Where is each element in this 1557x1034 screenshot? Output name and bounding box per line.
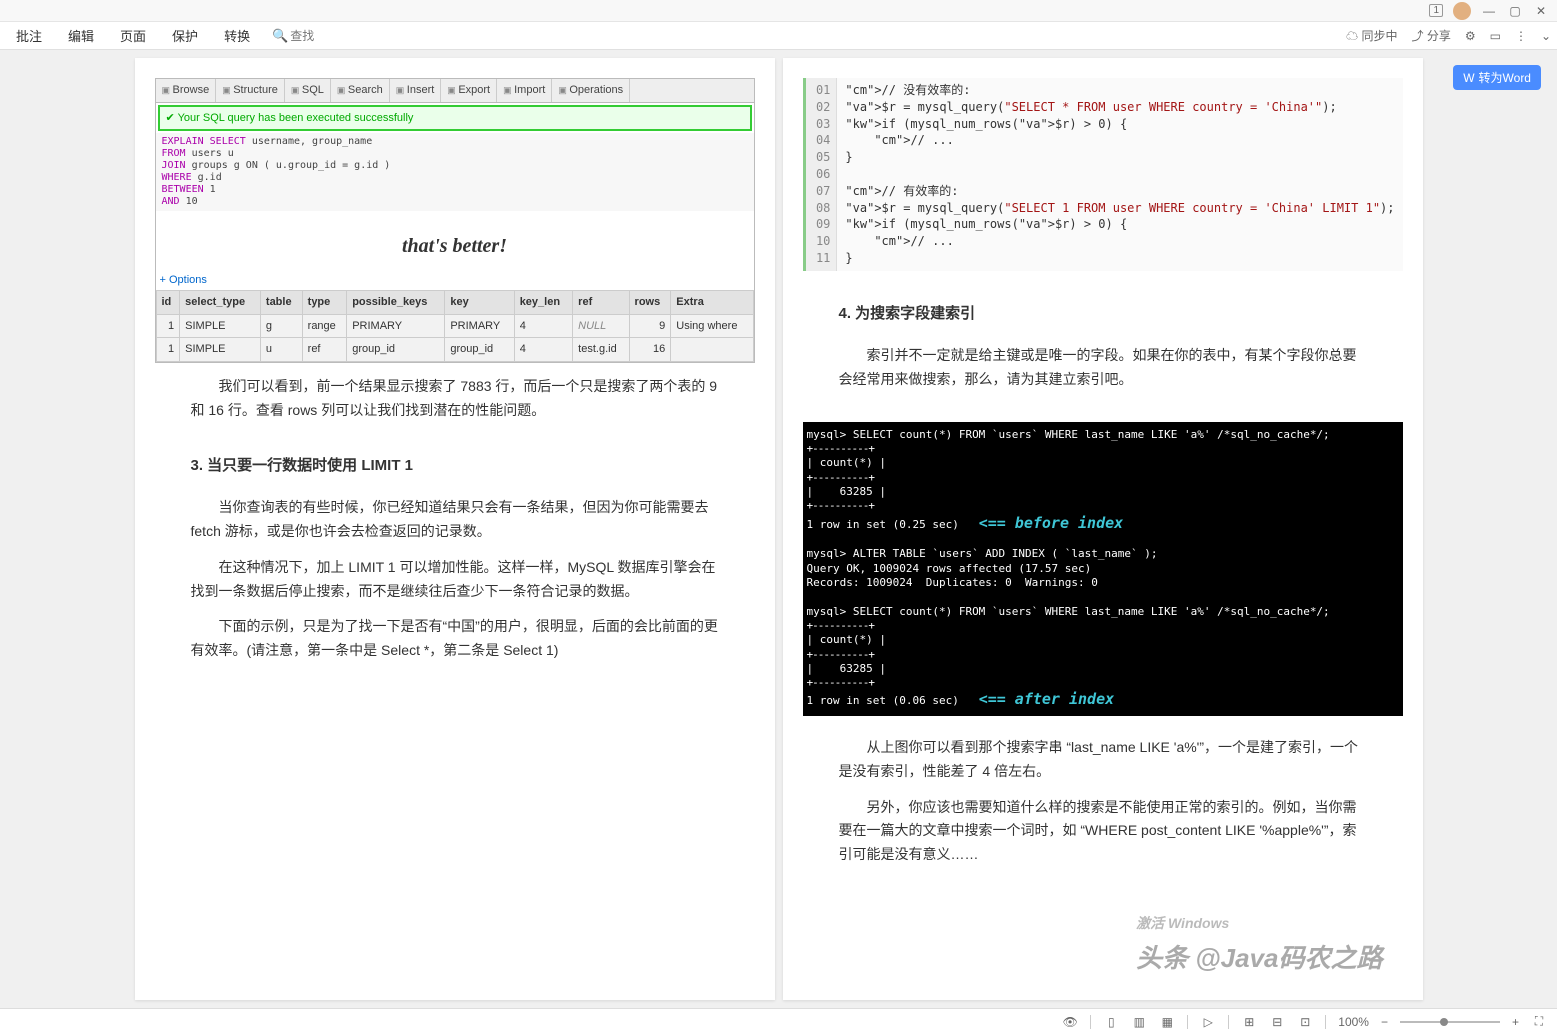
pma-tab: Browse <box>156 79 217 102</box>
body-text: 索引并不一定就是给主键或是唯一的字段。如果在你的表中，有某个字段你总要会经常用来… <box>839 344 1367 392</box>
sync-status[interactable]: ☁ 同步中 <box>1346 27 1397 44</box>
layout-icon-1[interactable]: ⊞ <box>1241 1014 1257 1030</box>
pma-tab: Insert <box>390 79 442 102</box>
document-workspace: Browse Structure SQL Search Insert Expor… <box>0 50 1557 1008</box>
pma-explain-table: idselect_typetabletypepossible_keyskeyke… <box>156 290 754 362</box>
menu-page[interactable]: 页面 <box>110 22 156 49</box>
pma-tab: Search <box>331 79 390 102</box>
window-icon[interactable]: ▭ <box>1490 29 1501 43</box>
pma-tabbar: Browse Structure SQL Search Insert Expor… <box>156 79 754 103</box>
maximize-icon[interactable]: ▢ <box>1507 3 1523 19</box>
minimize-icon[interactable]: — <box>1481 3 1497 19</box>
view-continuous-icon[interactable]: ▥ <box>1131 1014 1147 1030</box>
word-icon: W <box>1463 71 1474 85</box>
search-input[interactable] <box>290 29 330 43</box>
statusbar: 👁 ▯ ▥ ▦ ▷ ⊞ ⊟ ⊡ 100% − + ⛶ <box>0 1008 1557 1034</box>
body-text: 我们可以看到，前一个结果显示搜索了 7883 行，而后一个只是搜索了两个表的 9… <box>191 375 719 423</box>
pma-tab: Import <box>497 79 552 102</box>
body-text: 在这种情况下，加上 LIMIT 1 可以增加性能。这样一样，MySQL 数据库引… <box>191 556 719 604</box>
watermark: 激活 Windows 头条 @Java码农之路 <box>1136 912 1382 980</box>
pma-sql-block: EXPLAIN SELECT username, group_nameFROM … <box>156 133 754 211</box>
menu-right: ☁ 同步中 ⤴ 分享 ⚙ ▭ ⋮ ⌄ <box>1346 27 1551 44</box>
search-icon: 🔍 <box>272 28 288 44</box>
pma-success-msg: ✔ Your SQL query has been executed succe… <box>158 105 752 132</box>
view-two-page-icon[interactable]: ▦ <box>1159 1014 1175 1030</box>
chevron-down-icon[interactable]: ⌄ <box>1541 29 1551 43</box>
menu-protect[interactable]: 保护 <box>162 22 208 49</box>
search-box[interactable]: 🔍 <box>266 22 336 49</box>
zoom-in-icon[interactable]: + <box>1512 1015 1519 1029</box>
zoom-slider[interactable] <box>1400 1021 1500 1023</box>
pma-options: + Options <box>156 271 754 290</box>
share-button[interactable]: ⤴ 分享 <box>1411 27 1450 44</box>
more-icon[interactable]: ⋮ <box>1515 29 1527 43</box>
menu-convert[interactable]: 转换 <box>214 22 260 49</box>
code-body: "cm">// 没有效率的: "va">$r = mysql_query("SE… <box>837 78 1402 271</box>
menu-annotate[interactable]: 批注 <box>6 22 52 49</box>
user-avatar[interactable] <box>1453 2 1471 20</box>
layout-icon-3[interactable]: ⊡ <box>1297 1014 1313 1030</box>
fullscreen-icon[interactable]: ⛶ <box>1531 1014 1547 1030</box>
body-text: 从上图你可以看到那个搜索字串 “last_name LIKE 'a%'”，一个是… <box>839 736 1367 784</box>
menubar: 批注 编辑 页面 保护 转换 🔍 ☁ 同步中 ⤴ 分享 ⚙ ▭ ⋮ ⌄ <box>0 22 1557 50</box>
pma-caption: that's better! <box>156 211 754 271</box>
terminal-screenshot: mysql> SELECT count(*) FROM `users` WHER… <box>803 422 1403 716</box>
pma-tab: SQL <box>285 79 331 102</box>
page-right: 01 02 03 04 05 06 07 08 09 10 11 "cm">//… <box>783 58 1423 1000</box>
zoom-out-icon[interactable]: − <box>1381 1015 1388 1029</box>
gear-icon[interactable]: ⚙ <box>1465 29 1476 43</box>
body-text: 下面的示例，只是为了找一下是否有“中国”的用户，很明显，后面的会比前面的更有效率… <box>191 615 719 663</box>
body-text: 另外，你应该也需要知道什么样的搜索是不能使用正常的索引的。例如，当你需要在一篇大… <box>839 796 1367 867</box>
pma-tab: Structure <box>216 79 285 102</box>
code-example: 01 02 03 04 05 06 07 08 09 10 11 "cm">//… <box>803 78 1403 271</box>
play-icon[interactable]: ▷ <box>1200 1014 1216 1030</box>
menu-left: 批注 编辑 页面 保护 转换 🔍 <box>6 22 336 49</box>
code-line-numbers: 01 02 03 04 05 06 07 08 09 10 11 <box>806 78 838 271</box>
section-heading-3: 3. 当只要一行数据时使用 LIMIT 1 <box>191 453 719 479</box>
body-text: 当你查询表的有些时候，你已经知道结果只会有一条结果，但因为你可能需要去 fetc… <box>191 496 719 544</box>
layout-icon-2[interactable]: ⊟ <box>1269 1014 1285 1030</box>
eye-icon[interactable]: 👁 <box>1062 1014 1078 1030</box>
zoom-label: 100% <box>1338 1015 1369 1029</box>
phpmyadmin-screenshot: Browse Structure SQL Search Insert Expor… <box>155 78 755 363</box>
section-heading-4: 4. 为搜索字段建索引 <box>839 301 1367 327</box>
tab-count-badge: 1 <box>1429 4 1443 17</box>
convert-to-word-button[interactable]: W 转为Word <box>1453 65 1541 90</box>
close-icon[interactable]: ✕ <box>1533 3 1549 19</box>
view-single-icon[interactable]: ▯ <box>1103 1014 1119 1030</box>
page-left: Browse Structure SQL Search Insert Expor… <box>135 58 775 1000</box>
pma-tab: Operations <box>552 79 630 102</box>
pma-tab: Export <box>441 79 497 102</box>
menu-edit[interactable]: 编辑 <box>58 22 104 49</box>
window-titlebar: 1 — ▢ ✕ <box>0 0 1557 22</box>
